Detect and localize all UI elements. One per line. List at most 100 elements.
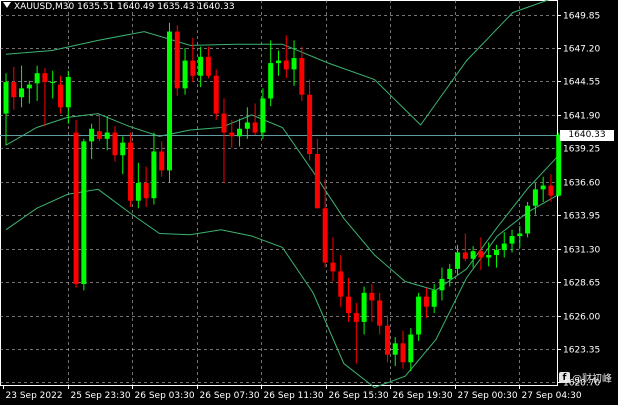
candle-body xyxy=(268,63,274,99)
candle-body xyxy=(143,183,149,199)
y-tick-label: 1639.25 xyxy=(563,145,600,155)
candle-body xyxy=(213,75,219,114)
candle-body xyxy=(517,233,523,237)
candle-body xyxy=(112,132,118,156)
candle-body xyxy=(135,183,141,201)
candle-body xyxy=(455,252,461,269)
y-tick-label: 1631.30 xyxy=(563,246,600,256)
candle-body xyxy=(104,132,110,139)
y-tick-label: 1623.35 xyxy=(563,346,600,356)
candle-body xyxy=(330,262,336,272)
candle-body xyxy=(260,98,266,133)
dropdown-triangle-icon[interactable] xyxy=(3,2,11,8)
y-tick-label: 1628.65 xyxy=(563,279,600,289)
candle-body xyxy=(3,82,9,114)
x-tick-label: 27 Sep 00:30 xyxy=(458,391,518,401)
y-tick-label: 1649.85 xyxy=(563,12,600,22)
candle-body xyxy=(26,84,32,89)
candle-body xyxy=(229,132,235,137)
candle-body xyxy=(19,88,25,98)
watermark-logo-icon: f xyxy=(559,372,570,383)
candle-body xyxy=(447,268,453,279)
x-tick-label: 26 Sep 19:30 xyxy=(393,391,453,401)
candle-body xyxy=(221,113,227,133)
chart-window: 1649.85 1647.20 1644.55 1641.90 1639.25 1636.… xyxy=(0,0,618,405)
candle-body xyxy=(81,141,87,285)
candle-body xyxy=(540,185,546,190)
candlestick-chart: 1649.85 1647.20 1644.55 1641.90 1639.25 1636.… xyxy=(0,0,600,401)
candle-body xyxy=(174,31,180,89)
candle-body xyxy=(96,131,102,139)
candle-body xyxy=(252,122,258,133)
candle-body xyxy=(486,254,492,258)
x-tick-label: 25 Sep 23:30 xyxy=(71,391,131,401)
candle-body xyxy=(128,142,134,201)
bollinger-middle-band xyxy=(5,113,560,291)
candle-body xyxy=(283,60,289,70)
ohlc-readout: 1635.51 1640.49 1635.43 1640.33 xyxy=(77,2,235,12)
y-tick-label: 1647.20 xyxy=(563,45,600,55)
candle-body xyxy=(291,58,297,70)
candle-body xyxy=(237,128,243,137)
candle-body xyxy=(299,58,305,95)
symbol-label: XAUUSD,M30 xyxy=(14,2,75,12)
y-tick-label: 1626.00 xyxy=(563,313,600,323)
candle-body xyxy=(416,296,422,335)
candle-body xyxy=(462,252,468,259)
y-tick-label: 1633.95 xyxy=(563,212,600,222)
x-tick-label: 26 Sep 11:30 xyxy=(264,391,324,401)
candle-body xyxy=(548,185,554,196)
candle-body xyxy=(400,343,406,363)
candle-body xyxy=(244,122,250,129)
candle-body xyxy=(166,31,172,171)
x-tick-label: 23 Sep 2022 xyxy=(6,391,63,401)
candle-body xyxy=(190,60,196,76)
candle-body xyxy=(501,243,507,250)
candle-body xyxy=(478,251,484,258)
candle-body xyxy=(34,73,40,84)
candle-body xyxy=(65,77,71,108)
bollinger-lower-band xyxy=(5,188,559,389)
candle-body xyxy=(198,56,204,76)
current-price-tag: 1640.33 xyxy=(560,129,614,141)
x-tick-label: 26 Sep 07:30 xyxy=(200,391,260,401)
candle-body xyxy=(392,343,398,355)
candle-body xyxy=(384,325,390,355)
candle-body xyxy=(532,189,538,206)
candle-body xyxy=(439,278,445,291)
candle-body xyxy=(431,290,437,307)
candle-body xyxy=(346,296,352,314)
y-tick-label: 1636.60 xyxy=(563,179,600,189)
watermark-text: @财初峰 xyxy=(572,374,612,385)
candle-body xyxy=(423,296,429,307)
candle-body xyxy=(50,82,56,84)
candle-body xyxy=(556,134,562,196)
candle-body xyxy=(377,300,383,326)
candle-body xyxy=(182,60,188,89)
bollinger-upper-band xyxy=(5,0,550,126)
candle-body xyxy=(275,60,281,64)
y-tick-label: 1644.55 xyxy=(563,78,600,88)
candle-body xyxy=(42,73,48,83)
candle-body xyxy=(509,236,515,244)
candle-body xyxy=(307,94,313,154)
candle-body xyxy=(361,292,367,322)
candle-body xyxy=(89,128,95,142)
x-tick-label: 26 Sep 15:30 xyxy=(329,391,389,401)
candle-body xyxy=(353,313,359,322)
y-tick-label: 1641.90 xyxy=(563,112,600,122)
candle-body xyxy=(470,251,476,259)
chart-header: XAUUSD,M30 1635.51 1640.49 1635.43 1640.… xyxy=(3,2,235,12)
x-tick-label: 26 Sep 03:30 xyxy=(135,391,195,401)
candle-body xyxy=(73,132,79,285)
candle-body xyxy=(408,334,414,363)
candle-body xyxy=(493,249,499,255)
candle-body xyxy=(338,271,344,297)
watermark: f @财初峰 xyxy=(559,370,612,385)
candle-body xyxy=(314,154,320,209)
candle-body xyxy=(151,151,157,199)
candle-body xyxy=(120,142,126,156)
candle-body xyxy=(159,151,165,171)
candle-body xyxy=(369,292,375,301)
candle-body xyxy=(57,84,63,108)
